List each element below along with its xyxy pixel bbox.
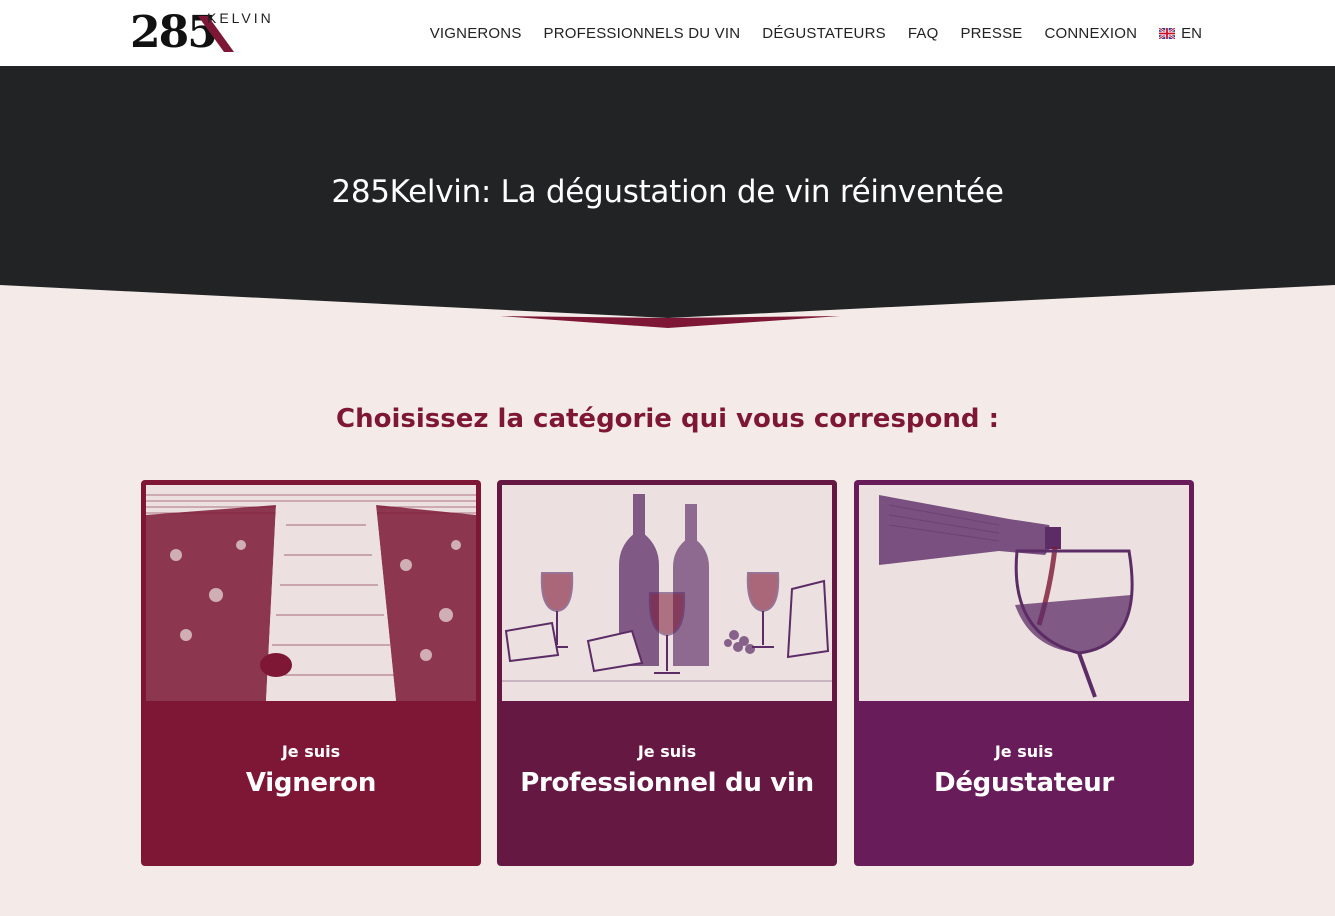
hero-title: 285Kelvin: La dégustation de vin réinven… — [331, 174, 1004, 210]
card-vigneron[interactable]: Je suis Vigneron — [141, 480, 481, 866]
card-pre-label: Je suis — [994, 742, 1054, 761]
nav-faq[interactable]: FAQ — [908, 25, 939, 42]
card-name: Dégustateur — [934, 768, 1114, 798]
language-switcher[interactable]: EN — [1159, 25, 1202, 42]
nav-professionnels[interactable]: PROFESSIONNELS DU VIN — [544, 25, 741, 42]
card-name: Vigneron — [245, 768, 377, 798]
language-label: EN — [1181, 24, 1202, 42]
logo-word: KELVIN — [207, 10, 274, 26]
nav-connexion[interactable]: CONNEXION — [1045, 25, 1138, 42]
card-degustateur[interactable]: Je suis Dégustateur — [854, 480, 1194, 866]
nav-vignerons[interactable]: VIGNERONS — [430, 25, 522, 42]
card-pre-label: Je suis — [281, 742, 341, 761]
nav-degustateurs[interactable]: DÉGUSTATEURS — [762, 25, 886, 42]
card-name: Professionnel du vin — [520, 768, 814, 798]
card-pre-label: Je suis — [637, 742, 697, 761]
nav-presse[interactable]: PRESSE — [960, 25, 1022, 42]
card-professionnel[interactable]: Je suis Professionnel du vin — [497, 480, 837, 866]
uk-flag-icon — [1159, 27, 1176, 39]
main-nav: VIGNERONS PROFESSIONNELS DU VIN DÉGUSTAT… — [430, 0, 1202, 66]
site-logo[interactable]: 285 KELVIN — [130, 8, 290, 56]
wine-bottles-illustration — [502, 485, 832, 701]
hero-banner: 285Kelvin: La dégustation de vin réinven… — [0, 66, 1335, 328]
vineyard-illustration — [146, 485, 476, 701]
section-title: Choisissez la catégorie qui vous corresp… — [336, 404, 999, 434]
wine-pour-illustration — [859, 485, 1189, 701]
site-header: 285 KELVIN VIGNERONS PROFESSIONNELS DU V… — [0, 0, 1335, 66]
